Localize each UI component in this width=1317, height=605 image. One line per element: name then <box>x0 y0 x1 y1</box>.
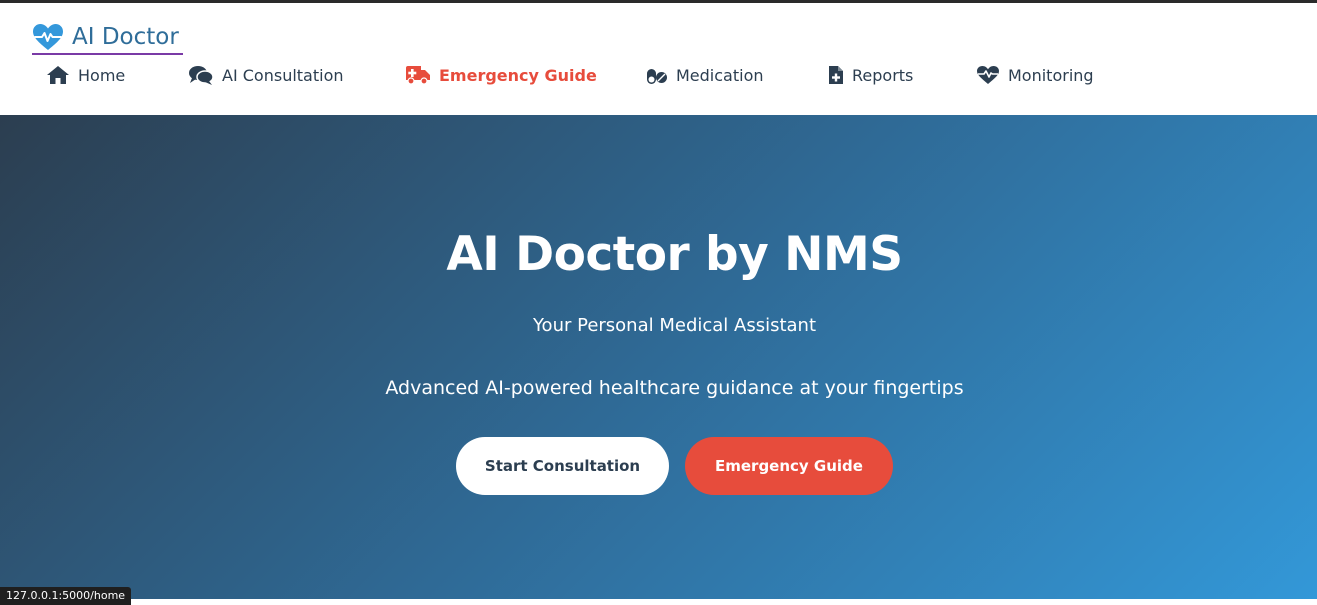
nav-item-label: Monitoring <box>1008 65 1094 85</box>
nav-item-ai-consultation[interactable]: AI Consultation <box>188 65 344 85</box>
heartbeat-icon <box>977 66 999 84</box>
nav-item-medication[interactable]: Medication <box>646 65 764 85</box>
nav-item-emergency-guide[interactable]: Emergency Guide <box>405 65 597 85</box>
brand-link-underline <box>32 53 183 55</box>
hero-subtitle: Your Personal Medical Assistant <box>532 315 817 336</box>
ambulance-icon <box>406 66 430 85</box>
brand-name: AI Doctor <box>72 24 179 50</box>
nav-item-label: Emergency Guide <box>439 65 597 85</box>
hero-section: AI Doctor by NMS Your Personal Medical A… <box>0 115 1317 599</box>
nav-item-label: Home <box>78 65 126 85</box>
hero-description: Advanced AI-powered healthcare guidance … <box>385 377 964 399</box>
start-consultation-button[interactable]: Start Consultation <box>456 437 669 495</box>
status-bar-url: 127.0.0.1:5000/home <box>0 587 132 605</box>
home-icon <box>47 66 69 84</box>
nav-item-label: AI Consultation <box>222 65 344 85</box>
heart-pulse-icon <box>33 24 63 50</box>
nav-item-home[interactable]: Home <box>46 65 125 85</box>
hero-title: AI Doctor by NMS <box>446 227 903 282</box>
brand-logo-link[interactable]: AI Doctor <box>32 23 183 55</box>
nav-item-reports[interactable]: Reports <box>828 65 913 85</box>
nav-item-monitoring[interactable]: Monitoring <box>976 65 1094 85</box>
emergency-guide-button[interactable]: Emergency Guide <box>685 437 893 495</box>
nav-item-label: Reports <box>852 65 914 85</box>
file-medical-icon <box>829 66 843 84</box>
comments-icon <box>189 66 214 85</box>
pills-icon <box>647 69 667 84</box>
site-header: AI Doctor Home AI Consultation Emergency… <box>0 3 1317 115</box>
nav-item-label: Medication <box>676 65 764 85</box>
main-nav: Home AI Consultation Emergency Guide Med… <box>46 65 1146 93</box>
